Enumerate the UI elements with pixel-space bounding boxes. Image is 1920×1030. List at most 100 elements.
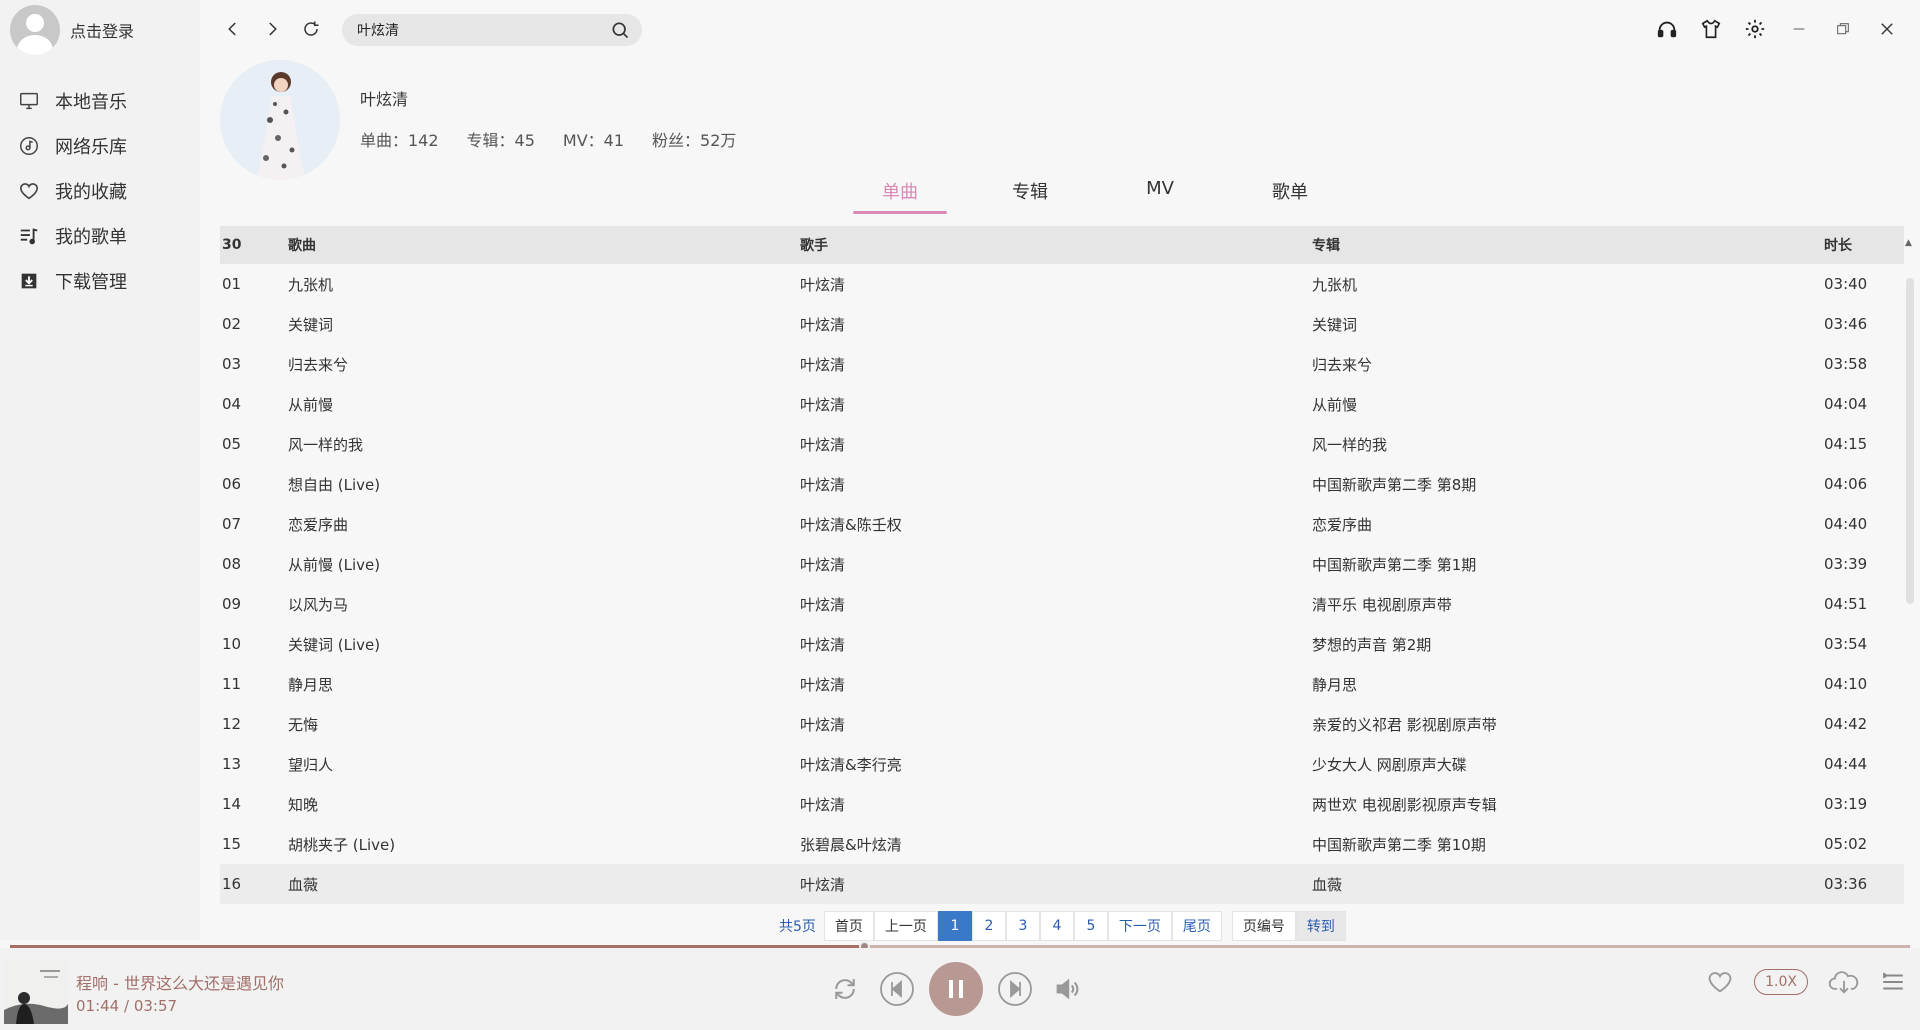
now-playing-cover[interactable] — [4, 960, 68, 1024]
window-toolbar — [1638, 14, 1902, 44]
row-artist: 叶炫清&李行亮 — [800, 755, 902, 774]
tab-playlists[interactable]: 歌单 — [1225, 178, 1355, 214]
page-4-button[interactable]: 4 — [1039, 911, 1074, 941]
table-row[interactable]: 12 无悔 叶炫清 亲爱的义祁君 影视剧原声带 04:42 — [220, 704, 1904, 744]
table-row[interactable]: 08 从前慢 (Live) 叶炫清 中国新歌声第二季 第1期 03:39 — [220, 544, 1904, 584]
row-artist: 叶炫清 — [800, 875, 846, 894]
row-duration: 04:04 — [1824, 395, 1868, 413]
row-artist: 叶炫清 — [800, 555, 846, 574]
skin-button[interactable] — [1696, 14, 1726, 44]
sidebar-item-online-library[interactable]: 网络乐库 — [18, 123, 127, 168]
table-row[interactable]: 14 知晚 叶炫清 两世欢 电视剧影视原声专辑 03:19 — [220, 784, 1904, 824]
forward-button[interactable] — [257, 14, 287, 44]
next-track-button[interactable] — [995, 969, 1035, 1009]
row-album: 中国新歌声第二季 第8期 — [1312, 475, 1477, 494]
row-duration: 03:58 — [1824, 355, 1868, 373]
song-table: 30 歌曲 歌手 专辑 时长 01 九张机 叶炫清 九张机 03:40 02 关键词 叶炫清关… — [220, 226, 1904, 904]
row-number: 14 — [222, 795, 242, 813]
row-song-title: 关键词 — [288, 315, 334, 334]
table-row[interactable]: 03 归去来兮 叶炫清 归去来兮 03:58 — [220, 344, 1904, 384]
row-song-title: 望归人 — [288, 755, 334, 774]
row-number: 05 — [222, 435, 242, 453]
page-5-button[interactable]: 5 — [1073, 911, 1108, 941]
sidebar-item-local-music[interactable]: 本地音乐 — [18, 78, 127, 123]
last-page-button[interactable]: 尾页 — [1171, 911, 1222, 941]
tab-mv[interactable]: MV — [1095, 178, 1225, 214]
table-row[interactable]: 05 风一样的我 叶炫清 风一样的我 04:15 — [220, 424, 1904, 464]
row-song-title: 知晚 — [288, 795, 319, 814]
row-song-title: 恋爱序曲 — [288, 515, 349, 534]
prev-page-button[interactable]: 上一页 — [873, 911, 938, 941]
row-number: 13 — [222, 755, 242, 773]
table-row[interactable]: 01 九张机 叶炫清 九张机 03:40 — [220, 264, 1904, 304]
volume-button[interactable] — [1047, 969, 1087, 1009]
table-row[interactable]: 10 关键词 (Live) 叶炫清 梦想的声音 第2期 03:54 — [220, 624, 1904, 664]
row-artist: 叶炫清 — [800, 355, 846, 374]
playback-controls — [825, 962, 1099, 1016]
table-row[interactable]: 07 恋爱序曲 叶炫清&陈壬权 恋爱序曲 04:40 — [220, 504, 1904, 544]
artist-tabs: 单曲 专辑 MV 歌单 — [835, 178, 1355, 214]
download-song-button[interactable] — [1828, 968, 1860, 996]
pause-button[interactable] — [929, 962, 983, 1016]
skip-previous-icon — [880, 972, 914, 1006]
table-row[interactable]: 06 想自由 (Live) 叶炫清 中国新歌声第二季 第8期 04:06 — [220, 464, 1904, 504]
skip-next-icon — [998, 972, 1032, 1006]
row-duration: 03:19 — [1824, 795, 1868, 813]
tab-albums[interactable]: 专辑 — [965, 178, 1095, 214]
tab-songs[interactable]: 单曲 — [835, 178, 965, 214]
search-icon[interactable] — [610, 20, 630, 40]
sidebar-item-downloads[interactable]: 下载管理 — [18, 258, 127, 303]
row-number: 16 — [222, 875, 242, 893]
favorite-button[interactable] — [1706, 968, 1734, 996]
next-page-button[interactable]: 下一页 — [1107, 911, 1172, 941]
now-playing-title[interactable]: 程响 - 世界这么大还是遇见你 — [76, 970, 284, 994]
repeat-button[interactable] — [825, 969, 865, 1009]
row-song-title: 从前慢 (Live) — [288, 555, 381, 574]
playback-speed-button[interactable]: 1.0X — [1754, 969, 1808, 995]
login-button[interactable]: 点击登录 — [10, 5, 134, 55]
table-row[interactable]: 13 望归人 叶炫清&李行亮 少女大人 网剧原声大碟 04:44 — [220, 744, 1904, 784]
table-row[interactable]: 04 从前慢 叶炫清 从前慢 04:04 — [220, 384, 1904, 424]
row-number: 09 — [222, 595, 242, 613]
header-count: 30 — [222, 237, 242, 253]
sidebar-item-label: 本地音乐 — [55, 91, 127, 113]
sidebar-item-my-playlists[interactable]: 我的歌单 — [18, 213, 127, 258]
playlist-queue-button[interactable] — [1880, 969, 1906, 995]
row-number: 02 — [222, 315, 242, 333]
row-artist: 叶炫清 — [800, 795, 846, 814]
row-number: 03 — [222, 355, 242, 373]
page-3-button[interactable]: 3 — [1005, 911, 1040, 941]
table-row[interactable]: 11 静月思 叶炫清 静月思 04:10 — [220, 664, 1904, 704]
scrollbar[interactable] — [1906, 278, 1914, 604]
restore-button[interactable] — [1828, 14, 1858, 44]
row-number: 15 — [222, 835, 242, 853]
close-button[interactable] — [1872, 14, 1902, 44]
row-artist: 叶炫清 — [800, 315, 846, 334]
row-album: 归去来兮 — [1312, 355, 1373, 374]
page-number-input[interactable]: 页编号 — [1231, 911, 1296, 941]
row-number: 04 — [222, 395, 242, 413]
first-page-button[interactable]: 首页 — [823, 911, 874, 941]
table-row[interactable]: 15 胡桃夹子 (Live) 张碧晨&叶炫清 中国新歌声第二季 第10期 05:02 — [220, 824, 1904, 864]
previous-track-button[interactable] — [877, 969, 917, 1009]
settings-button[interactable] — [1740, 14, 1770, 44]
goto-page-button[interactable]: 转到 — [1295, 911, 1346, 941]
table-row[interactable]: 16 血薇 叶炫清 血薇 03:36 — [220, 864, 1904, 904]
search-input[interactable] — [357, 22, 610, 38]
pause-icon — [949, 980, 963, 998]
header-album: 专辑 — [1312, 238, 1340, 254]
player-right-controls: 1.0X — [1686, 968, 1906, 996]
headphones-button[interactable] — [1652, 14, 1682, 44]
sidebar: 点击登录 本地音乐 网络乐库 我的收藏 我的歌单 下载管理 — [0, 0, 200, 940]
sidebar-item-favorites[interactable]: 我的收藏 — [18, 168, 127, 213]
back-button[interactable] — [218, 14, 248, 44]
table-row[interactable]: 09 以风为马 叶炫清 清平乐 电视剧原声带 04:51 — [220, 584, 1904, 624]
table-row[interactable]: 02 关键词 叶炫清 关键词 03:46 — [220, 304, 1904, 344]
playlist-icon — [20, 227, 38, 244]
scroll-up-arrow[interactable]: ▲ — [1905, 238, 1912, 248]
minimize-button[interactable] — [1784, 14, 1814, 44]
page-2-button[interactable]: 2 — [971, 911, 1006, 941]
refresh-button[interactable] — [296, 14, 326, 44]
row-number: 08 — [222, 555, 242, 573]
page-1-button[interactable]: 1 — [937, 911, 972, 941]
